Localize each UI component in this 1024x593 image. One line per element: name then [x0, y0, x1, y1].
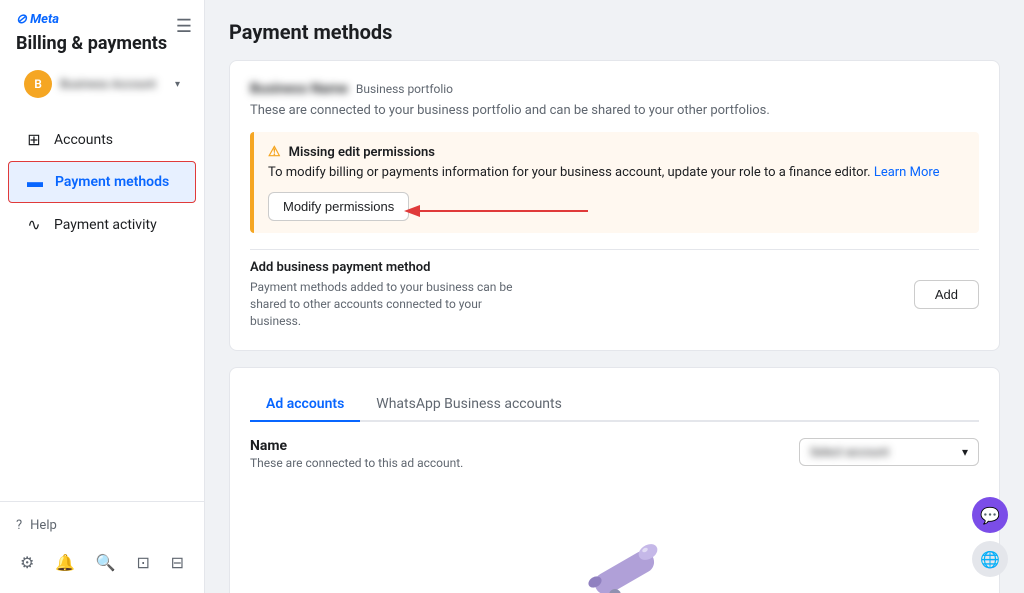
- warning-text: To modify billing or payments informatio…: [268, 164, 965, 182]
- telescope-illustration: [540, 510, 690, 593]
- payment-activity-icon: ∿: [24, 215, 44, 234]
- globe-icon[interactable]: 🌐: [972, 541, 1008, 577]
- chat-support-icon[interactable]: 💬: [972, 497, 1008, 533]
- accounts-icon: ⊞: [24, 130, 44, 149]
- tab-whatsapp[interactable]: WhatsApp Business accounts: [360, 388, 578, 422]
- business-portfolio-badge: Business portfolio: [356, 82, 453, 96]
- warning-box: ⚠ Missing edit permissions To modify bil…: [250, 132, 979, 233]
- help-item[interactable]: ? Help: [0, 510, 204, 541]
- tabs-row: Ad accounts WhatsApp Business accounts: [250, 388, 979, 422]
- chevron-down-icon: ▾: [175, 79, 180, 90]
- meta-logo-icon: ⊘ Meta: [16, 12, 59, 27]
- main-content: Payment methods Business Name Business p…: [205, 0, 1024, 593]
- table-subtitle: These are connected to this ad account.: [250, 456, 463, 470]
- sidebar-item-accounts[interactable]: ⊞ Accounts: [8, 120, 196, 159]
- add-payment-method-button[interactable]: Add: [914, 280, 979, 309]
- sidebar-item-payment-methods-label: Payment methods: [55, 174, 169, 190]
- warning-title: ⚠ Missing edit permissions: [268, 144, 965, 160]
- learn-more-link[interactable]: Learn More: [874, 165, 940, 180]
- footer-icons-row: ⚙ 🔔 🔍 ⊡ ⊟: [0, 541, 204, 585]
- payment-methods-icon: ▬: [25, 172, 45, 192]
- grid-icon[interactable]: ⊟: [167, 549, 188, 577]
- sidebar-item-accounts-label: Accounts: [54, 132, 113, 148]
- add-method-desc: Payment methods added to your business c…: [250, 279, 530, 329]
- help-label: Help: [30, 518, 57, 533]
- dropdown-chevron-icon: ▾: [962, 445, 968, 459]
- sidebar-item-payment-activity-label: Payment activity: [54, 217, 157, 233]
- sidebar: ⊘ Meta Billing & payments ☰ B Business A…: [0, 0, 205, 593]
- table-header: Name These are connected to this ad acco…: [250, 438, 979, 470]
- help-icon: ?: [16, 518, 22, 533]
- hamburger-button[interactable]: ☰: [172, 12, 196, 41]
- settings-icon[interactable]: ⚙: [16, 549, 38, 577]
- arrow-annotation: [398, 196, 598, 226]
- modify-permissions-button[interactable]: Modify permissions: [268, 192, 409, 221]
- arrow-container: Modify permissions: [268, 192, 409, 221]
- page-title: Payment methods: [229, 20, 1000, 44]
- account-avatar: B: [24, 70, 52, 98]
- account-name: Business Account: [60, 77, 167, 91]
- chat-icon: 💬: [980, 506, 1000, 525]
- add-method-info: Add business payment method Payment meth…: [250, 260, 530, 329]
- table-header-left: Name These are connected to this ad acco…: [250, 438, 463, 470]
- business-name: Business Name: [250, 81, 348, 97]
- globe-icon-symbol: 🌐: [980, 550, 1000, 569]
- notifications-icon[interactable]: 🔔: [51, 549, 79, 577]
- business-portfolio-card: Business Name Business portfolio These a…: [229, 60, 1000, 351]
- add-method-title: Add business payment method: [250, 260, 530, 275]
- bug-icon[interactable]: ⊡: [132, 549, 153, 577]
- account-dropdown[interactable]: Select account ▾: [799, 438, 979, 466]
- account-dropdown-value: Select account: [810, 445, 956, 459]
- sidebar-title: Billing & payments: [16, 33, 188, 54]
- search-icon[interactable]: 🔍: [92, 549, 120, 577]
- add-method-section: Add business payment method Payment meth…: [250, 249, 979, 329]
- sidebar-item-payment-activity[interactable]: ∿ Payment activity: [8, 205, 196, 244]
- empty-state: No payment methods added: [250, 490, 979, 593]
- bottom-right-icons: 💬 🌐: [972, 497, 1008, 577]
- warning-title-text: Missing edit permissions: [289, 145, 435, 160]
- tab-ad-accounts[interactable]: Ad accounts: [250, 388, 360, 422]
- meta-logo: ⊘ Meta: [16, 12, 188, 27]
- table-column-name: Name: [250, 438, 463, 454]
- business-header: Business Name Business portfolio: [250, 81, 979, 97]
- business-portfolio-desc: These are connected to your business por…: [250, 103, 979, 118]
- account-selector[interactable]: B Business Account ▾: [16, 64, 188, 104]
- ad-accounts-card: Ad accounts WhatsApp Business accounts N…: [229, 367, 1000, 593]
- sidebar-nav: ⊞ Accounts ▬ Payment methods ∿ Payment a…: [0, 114, 204, 501]
- sidebar-item-payment-methods[interactable]: ▬ Payment methods: [8, 161, 196, 203]
- warning-icon: ⚠: [268, 144, 281, 160]
- sidebar-footer: ? Help ⚙ 🔔 🔍 ⊡ ⊟: [0, 501, 204, 593]
